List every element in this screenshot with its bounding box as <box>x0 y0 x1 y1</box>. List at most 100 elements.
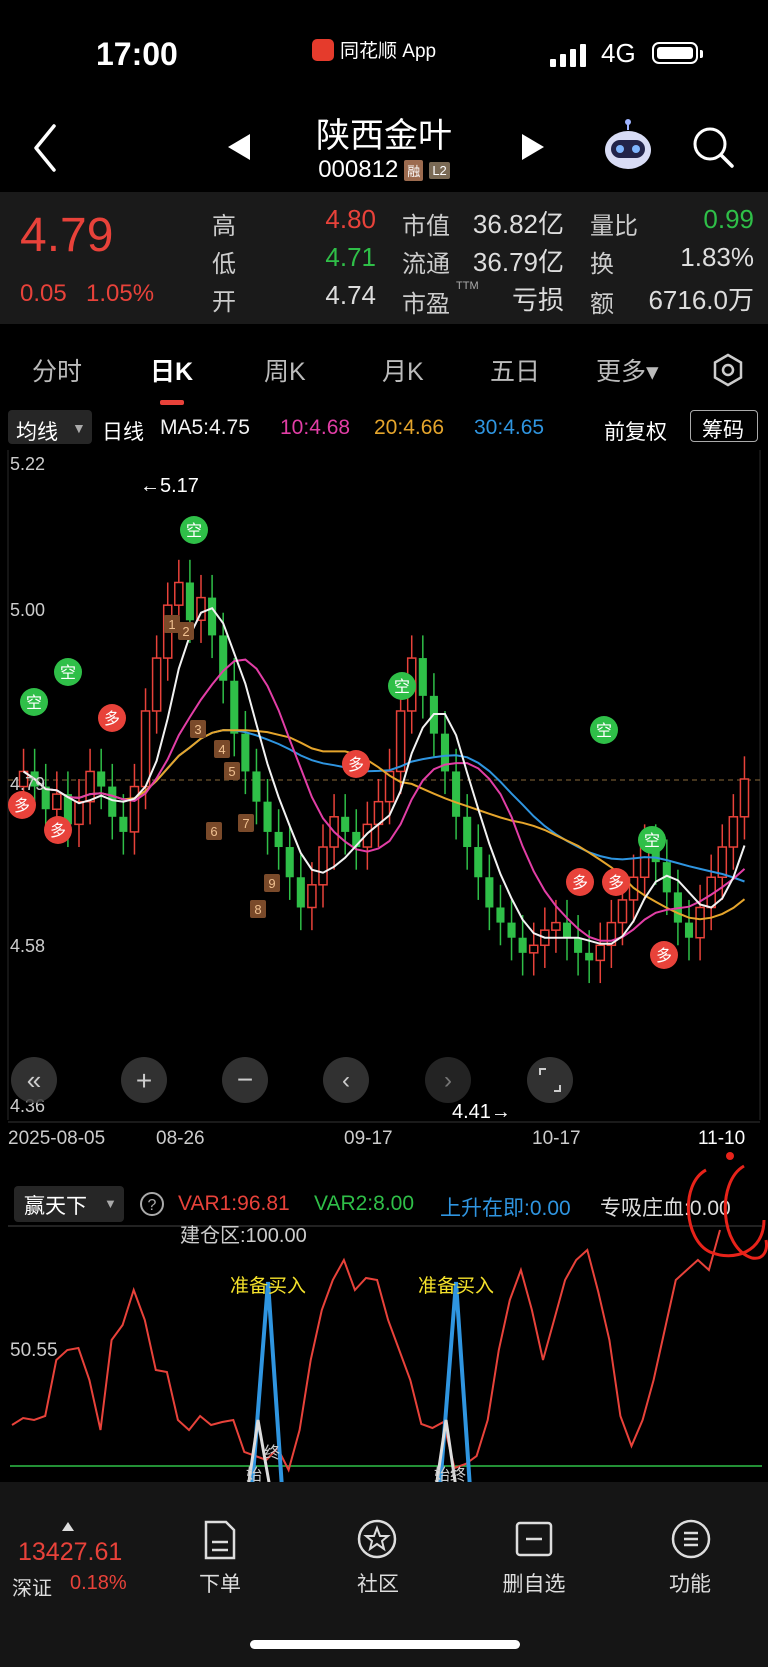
candle-body <box>585 952 594 961</box>
plus-icon: + <box>136 1065 152 1096</box>
turnover-label: 换 <box>590 251 614 278</box>
adjust-mode-button[interactable]: 前复权 <box>604 416 667 446</box>
candle-body <box>52 793 62 810</box>
ready-buy-label-1: 准备买入 <box>230 1275 306 1297</box>
candle-body <box>318 846 328 886</box>
wave-count-number: 3 <box>194 722 201 737</box>
wave-count-number: 4 <box>218 742 225 757</box>
kline-type-label: 日线 <box>102 421 144 444</box>
var1-line <box>11 1229 721 1473</box>
signal-marker-label: 多 <box>572 874 588 892</box>
candle-body <box>395 710 406 773</box>
chevron-left-icon: ‹ <box>342 1067 350 1094</box>
candle-body <box>151 657 162 712</box>
community-icon[interactable] <box>356 1518 398 1560</box>
nav-functions[interactable]: 功能 <box>630 1568 750 1598</box>
candle-body <box>174 581 184 606</box>
x-label-1: 2025-08-05 <box>8 1128 105 1149</box>
battery-icon <box>652 42 703 64</box>
y-label-2: 5.00 <box>10 600 45 620</box>
tab-daily-k[interactable]: 日K <box>150 352 193 388</box>
amount-value: 6716.0万 <box>648 285 754 315</box>
candle-body <box>263 801 272 832</box>
candle-body <box>129 785 140 833</box>
next-stock-button[interactable] <box>522 134 544 160</box>
settings-hexagon-icon[interactable] <box>710 352 746 388</box>
signal-marker-label: 多 <box>14 797 30 815</box>
signal-marker-label: 空 <box>186 522 202 540</box>
svg-text:?: ? <box>148 1197 157 1214</box>
scroll-left-button[interactable]: ‹ <box>323 1057 369 1103</box>
candle-body <box>341 816 350 832</box>
tab-active-indicator <box>160 400 184 405</box>
wave-count-number: 6 <box>210 824 217 839</box>
rising-soon-value: 上升在即:0.00 <box>440 1197 571 1220</box>
remove-watchlist-icon[interactable] <box>514 1520 554 1558</box>
status-app-indicator[interactable]: 同花顺 App <box>312 36 436 63</box>
start-label-1: 始 <box>246 1466 262 1482</box>
y-label-4: 4.58 <box>10 936 45 956</box>
ma30-value: 30:4.65 <box>474 416 545 439</box>
candle-body <box>739 778 750 818</box>
index-name: 深证 <box>12 1578 52 1600</box>
ma20-value: 20:4.66 <box>374 416 445 439</box>
high-label: 高 <box>212 213 236 240</box>
candle-body <box>185 582 194 621</box>
scroll-right-button[interactable]: › <box>425 1057 471 1103</box>
candle-body <box>474 847 483 878</box>
fullscreen-button[interactable] <box>527 1057 573 1103</box>
home-indicator <box>250 1640 520 1649</box>
open-value: 4.74 <box>325 280 376 310</box>
function-menu-icon[interactable] <box>670 1518 712 1560</box>
tab-weekly-k[interactable]: 周K <box>264 352 306 388</box>
nav-remove-watchlist[interactable]: 删自选 <box>474 1568 594 1598</box>
candle-body <box>108 786 117 817</box>
robot-assistant-icon[interactable] <box>600 118 656 174</box>
open-label: 开 <box>212 289 236 316</box>
wave-count-number: 7 <box>242 816 249 831</box>
candle-body <box>485 877 494 908</box>
signal-marker-label: 多 <box>608 874 624 892</box>
order-icon[interactable] <box>202 1520 238 1560</box>
low-note: 4.41→ <box>452 1101 511 1123</box>
search-icon[interactable] <box>690 124 736 170</box>
high-value: 4.80 <box>325 204 376 234</box>
candle-body <box>684 922 694 938</box>
signal-marker-label: 空 <box>596 722 612 740</box>
ma5-value: MA5:4.75 <box>160 416 250 439</box>
margin-tag: 融 <box>404 159 424 181</box>
ready-buy-label-2: 准备买入 <box>418 1275 494 1297</box>
low-value: 4.71 <box>325 242 376 272</box>
candle-body <box>728 816 739 848</box>
double-chevron-left-icon: « <box>27 1065 41 1095</box>
candle-body <box>97 771 106 787</box>
index-value[interactable]: 13427.61 <box>18 1538 122 1567</box>
chevron-down-icon: ▼ <box>72 420 86 436</box>
zoom-out-button[interactable]: − <box>222 1057 268 1103</box>
indicator-chart[interactable]: 建仓区:100.00 50.55 准备买入 准备买入 终 始 终 始 <box>0 1220 768 1482</box>
chevron-right-icon: › <box>444 1067 452 1094</box>
tab-five-day[interactable]: 五日 <box>490 352 540 388</box>
help-icon[interactable]: ? <box>138 1190 166 1218</box>
var2-value: VAR2:8.00 <box>314 1192 415 1215</box>
index-pct: 0.18% <box>70 1572 127 1594</box>
nav-order[interactable]: 下单 <box>160 1568 280 1598</box>
signal-marker-label: 多 <box>348 756 364 774</box>
collapse-left-button[interactable]: « <box>11 1057 57 1103</box>
stock-code: 000812 <box>318 156 399 183</box>
x-label-4: 10-17 <box>532 1128 581 1149</box>
wave-count-number: 5 <box>228 764 235 779</box>
kline-chart[interactable]: 多多多多多 多多空空空空空空 1 23456789 5.22 5.00 4.79 4… <box>0 450 768 1150</box>
signal-marker-label: 空 <box>26 694 42 712</box>
signal-marker-label: 空 <box>644 832 660 850</box>
zoom-in-button[interactable]: + <box>121 1057 167 1103</box>
signal-marker-label: 空 <box>394 678 410 696</box>
wave-count-number: 8 <box>254 902 261 917</box>
tab-intraday[interactable]: 分时 <box>32 352 82 388</box>
candle-body <box>285 847 294 878</box>
nav-community[interactable]: 社区 <box>318 1568 438 1598</box>
ma-type-label: 均线 <box>16 421 58 444</box>
tab-monthly-k[interactable]: 月K <box>382 352 424 388</box>
candle-body <box>274 831 283 848</box>
tab-more[interactable]: 更多▾ <box>596 352 659 388</box>
